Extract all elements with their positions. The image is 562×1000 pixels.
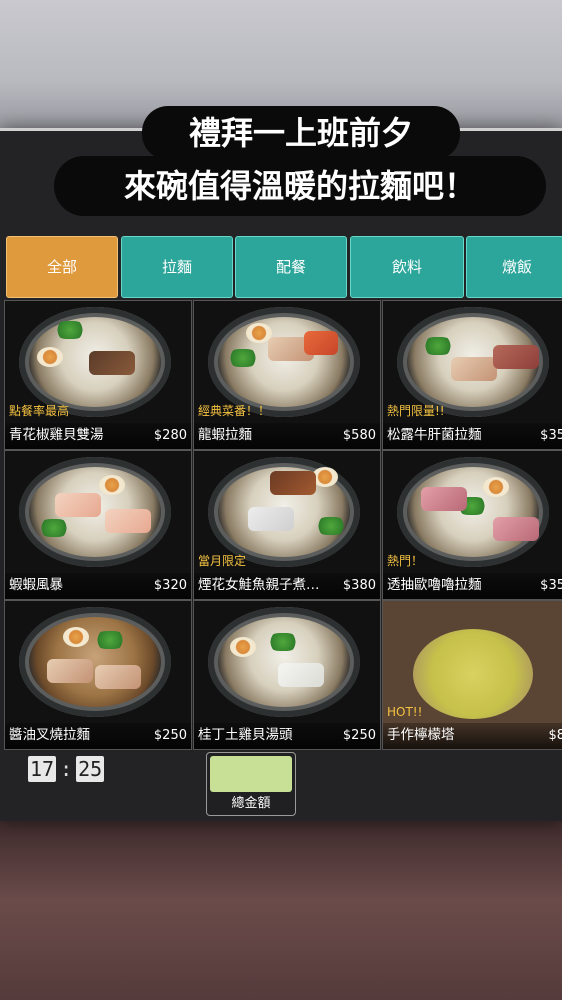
item-price: $280 xyxy=(153,428,187,443)
item-name: 蝦蝦風暴 xyxy=(9,577,63,593)
clock-separator: : xyxy=(60,757,73,781)
menu-item-card[interactable]: 當月限定 煙花女鮭魚親子煮… $380 xyxy=(193,450,381,600)
menu-item-card[interactable]: 點餐率最高 青花椒雞貝雙湯 $280 xyxy=(4,300,192,450)
item-badge: 經典菜番！！ xyxy=(198,404,271,418)
dish-image xyxy=(208,457,360,567)
caption-line-1: 禮拜一上班前夕 xyxy=(142,106,460,160)
menu-item-card[interactable]: 桂丁土雞貝湯頭 $250 xyxy=(193,600,381,750)
total-amount-display xyxy=(210,756,292,792)
category-tabs: 全部 拉麵 配餐 飲料 燉飯 xyxy=(6,236,562,298)
item-price: $250 xyxy=(153,728,187,743)
item-badge: 熱門！ xyxy=(387,554,424,568)
menu-item-card[interactable]: 蝦蝦風暴 $320 xyxy=(4,450,192,600)
item-name: 龍蝦拉麵 xyxy=(198,427,252,443)
menu-item-card[interactable]: 熱門限量!! 松露牛肝菌拉麵 $35 xyxy=(382,300,562,450)
item-name: 透抽歐嚕嚕拉麵 xyxy=(387,577,482,593)
dish-image xyxy=(208,607,360,717)
item-name: 煙花女鮭魚親子煮… xyxy=(198,577,320,593)
caption-line-2: 來碗值得溫暖的拉麵吧！ xyxy=(54,156,546,216)
clock-minutes: 25 xyxy=(76,756,105,782)
clock-display: 17 : 25 xyxy=(28,756,105,782)
item-price: $250 xyxy=(342,728,376,743)
dish-image xyxy=(19,307,171,417)
item-price: $580 xyxy=(342,428,376,443)
menu-item-card[interactable]: HOT!! 手作檸檬塔 $8 xyxy=(382,600,562,750)
tab-drinks[interactable]: 飲料 xyxy=(350,236,464,298)
item-name: 青花椒雞貝雙湯 xyxy=(9,427,104,443)
item-name: 桂丁土雞貝湯頭 xyxy=(198,727,293,743)
item-price: $8 xyxy=(548,728,562,743)
tab-risotto[interactable]: 燉飯 xyxy=(466,236,562,298)
item-price: $380 xyxy=(342,578,376,593)
item-price: $320 xyxy=(153,578,187,593)
tab-all[interactable]: 全部 xyxy=(6,236,118,298)
total-amount-button[interactable]: 總金額 xyxy=(206,752,296,816)
menu-item-card[interactable]: 經典菜番！！ 龍蝦拉麵 $580 xyxy=(193,300,381,450)
background-floor xyxy=(0,820,562,1000)
item-name: 手作檸檬塔 xyxy=(387,727,455,743)
item-name: 醬油叉燒拉麵 xyxy=(9,727,90,743)
dish-image xyxy=(208,307,360,417)
dish-image xyxy=(19,607,171,717)
item-badge: 點餐率最高 xyxy=(9,404,70,418)
clock-hours: 17 xyxy=(28,756,57,782)
dish-image xyxy=(397,307,549,417)
total-amount-label: 總金額 xyxy=(231,796,271,811)
tab-sides[interactable]: 配餐 xyxy=(235,236,347,298)
dish-image xyxy=(19,457,171,567)
item-badge: HOT!! xyxy=(387,705,423,719)
menu-item-card[interactable]: 醬油叉燒拉麵 $250 xyxy=(4,600,192,750)
item-price: $35 xyxy=(540,428,562,443)
item-badge: 當月限定 xyxy=(198,554,247,568)
dish-image xyxy=(413,629,533,719)
menu-item-card[interactable]: 熱門！ 透抽歐嚕嚕拉麵 $35 xyxy=(382,450,562,600)
item-price: $35 xyxy=(540,578,562,593)
item-badge: 熱門限量!! xyxy=(387,404,445,418)
item-name: 松露牛肝菌拉麵 xyxy=(387,427,482,443)
tab-ramen[interactable]: 拉麵 xyxy=(121,236,233,298)
dish-image xyxy=(397,457,549,567)
